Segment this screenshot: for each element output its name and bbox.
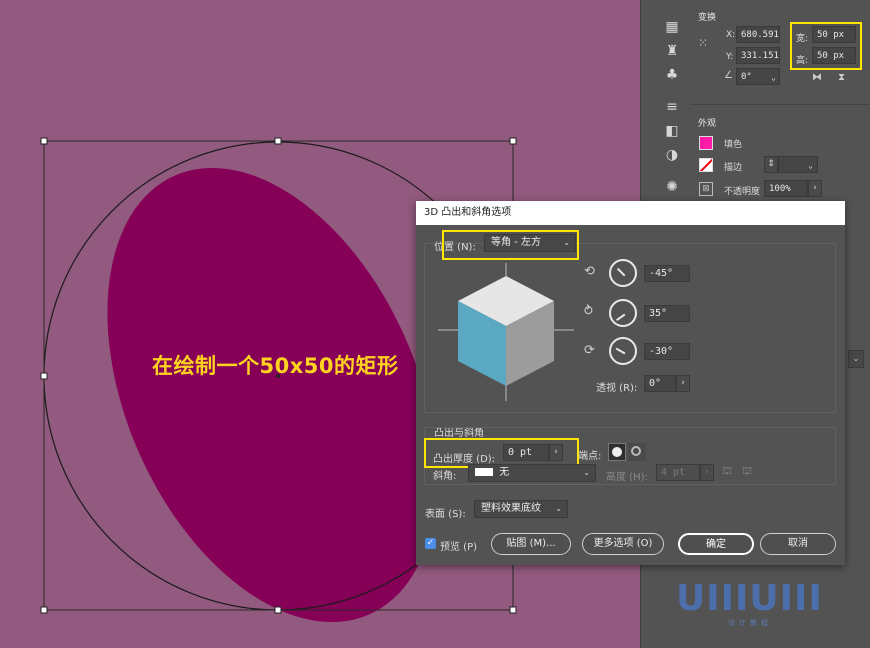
ok-button[interactable]: 确定 (678, 533, 754, 555)
watermark-subtext: 设计教程 (728, 619, 772, 627)
flip-vertical-icon[interactable]: ⧗ (838, 72, 845, 83)
transform-title: 变换 (698, 13, 717, 23)
bevel-out-icon[interactable]: ⛫ (722, 464, 738, 481)
handle-top-right (509, 137, 517, 145)
handle-top-middle (274, 137, 282, 145)
stroke-weight-stepper[interactable]: ⇕ (764, 156, 778, 173)
handle-bottom-left (40, 606, 48, 614)
bevel-select[interactable]: 无 ⌄ (468, 464, 596, 482)
bevel-height-field[interactable]: 4 pt (656, 464, 700, 481)
handle-middle-left (40, 372, 48, 380)
libraries-icon[interactable]: ▦ (663, 18, 681, 36)
chevron-down-icon: ⌄ (808, 161, 813, 170)
watermark-logo: UIIIUIII 设计教程 (676, 578, 823, 627)
preview-checkbox[interactable]: ✓ (425, 538, 436, 549)
rotate-icon: ∠ (724, 70, 733, 81)
cancel-button[interactable]: 取消 (760, 533, 836, 555)
surface-select[interactable]: 塑料效果底纹 ⌄ (474, 500, 568, 518)
symbols-icon[interactable]: ♜ (663, 42, 681, 60)
fill-label: 填色 (724, 140, 743, 150)
opacity-label: 不透明度 (724, 187, 761, 197)
bevel-height-label: 高度 (H): (606, 472, 648, 483)
dialog-title: 3D 凸出和斜角选项 (416, 201, 845, 225)
x-field[interactable]: 680.591 (736, 26, 780, 43)
chevron-down-icon: ⌄ (583, 468, 590, 477)
panel-divider (690, 104, 870, 105)
bevel-label: 斜角: (433, 471, 457, 482)
map-button[interactable]: 贴图 (M)... (491, 533, 571, 555)
y-axis-rotate-icon: ⥁ (584, 304, 593, 319)
handle-top-left (40, 137, 48, 145)
flip-horizontal-icon[interactable]: ⧓ (812, 72, 822, 83)
surface-label: 表面 (S): (425, 509, 466, 520)
reference-point-icon[interactable]: ⁙ (698, 36, 714, 52)
opacity-arrow[interactable]: › (808, 180, 822, 197)
perspective-label: 透视 (R): (596, 383, 638, 394)
rotate-field[interactable]: 0° ⌄ (736, 68, 780, 85)
z-rotate-field[interactable]: -30° (644, 343, 690, 360)
y-label: Y: (726, 52, 734, 62)
club-symbol-icon[interactable]: ♣ (663, 66, 681, 84)
watermark-text: UIIIUIII (676, 578, 823, 619)
appearance-title: 外观 (698, 119, 717, 129)
y-field[interactable]: 331.151 (736, 47, 780, 64)
preview-label: 预览 (P) (440, 542, 478, 553)
appearance-icon[interactable]: ✺ (663, 178, 681, 196)
chevron-down-icon: ⌄ (771, 73, 776, 82)
stroke-weight-field[interactable]: ⌄ (778, 156, 818, 173)
opacity-icon: ⊠ (699, 182, 713, 196)
y-rotate-field[interactable]: 35° (644, 305, 690, 322)
x-label: X: (726, 30, 736, 40)
3d-cube-preview[interactable] (436, 261, 576, 403)
cap-on-button[interactable] (608, 443, 626, 461)
bevel-in-icon[interactable]: ⛫ (742, 464, 758, 481)
x-rotate-field[interactable]: -45° (644, 265, 690, 282)
z-axis-rotate-icon: ⟳ (584, 343, 595, 358)
perspective-field[interactable]: 0° (644, 375, 676, 392)
y-rotate-dial[interactable] (609, 299, 637, 327)
more-options-button[interactable]: 更多选项 (O) (582, 533, 664, 555)
perspective-arrow[interactable]: › (676, 375, 690, 392)
cap-label: 端点: (578, 451, 602, 462)
cap-off-button[interactable] (628, 443, 646, 461)
bevel-height-arrow[interactable]: › (700, 464, 714, 481)
x-axis-rotate-icon: ⟲ (584, 264, 595, 279)
tutorial-caption: 在绘制一个50x50的矩形 (152, 354, 399, 378)
opacity-field[interactable]: 100% (764, 180, 808, 197)
fill-swatch[interactable] (699, 136, 713, 150)
bevel-preview-swatch (475, 468, 493, 476)
3d-extrude-bevel-dialog: 3D 凸出和斜角选项 位置 (N): 等角 - 左方 ⌄ ⟲ -45° ⥁ 35… (416, 201, 845, 565)
align-icon[interactable]: ≡ (663, 98, 681, 116)
stroke-swatch[interactable] (699, 158, 713, 172)
stroke-label: 描边 (724, 163, 743, 173)
highlight-size-fields (790, 22, 862, 70)
transparency-icon[interactable]: ◑ (663, 146, 681, 164)
highlight-position-select (442, 230, 579, 260)
handle-bottom-right (509, 606, 517, 614)
z-rotate-dial[interactable] (609, 337, 637, 365)
collapsed-dropdown[interactable]: ⌄ (848, 350, 864, 368)
gradient-icon[interactable]: ◧ (663, 122, 681, 140)
chevron-down-icon: ⌄ (555, 504, 562, 513)
x-rotate-dial[interactable] (609, 259, 637, 287)
handle-bottom-middle (274, 606, 282, 614)
